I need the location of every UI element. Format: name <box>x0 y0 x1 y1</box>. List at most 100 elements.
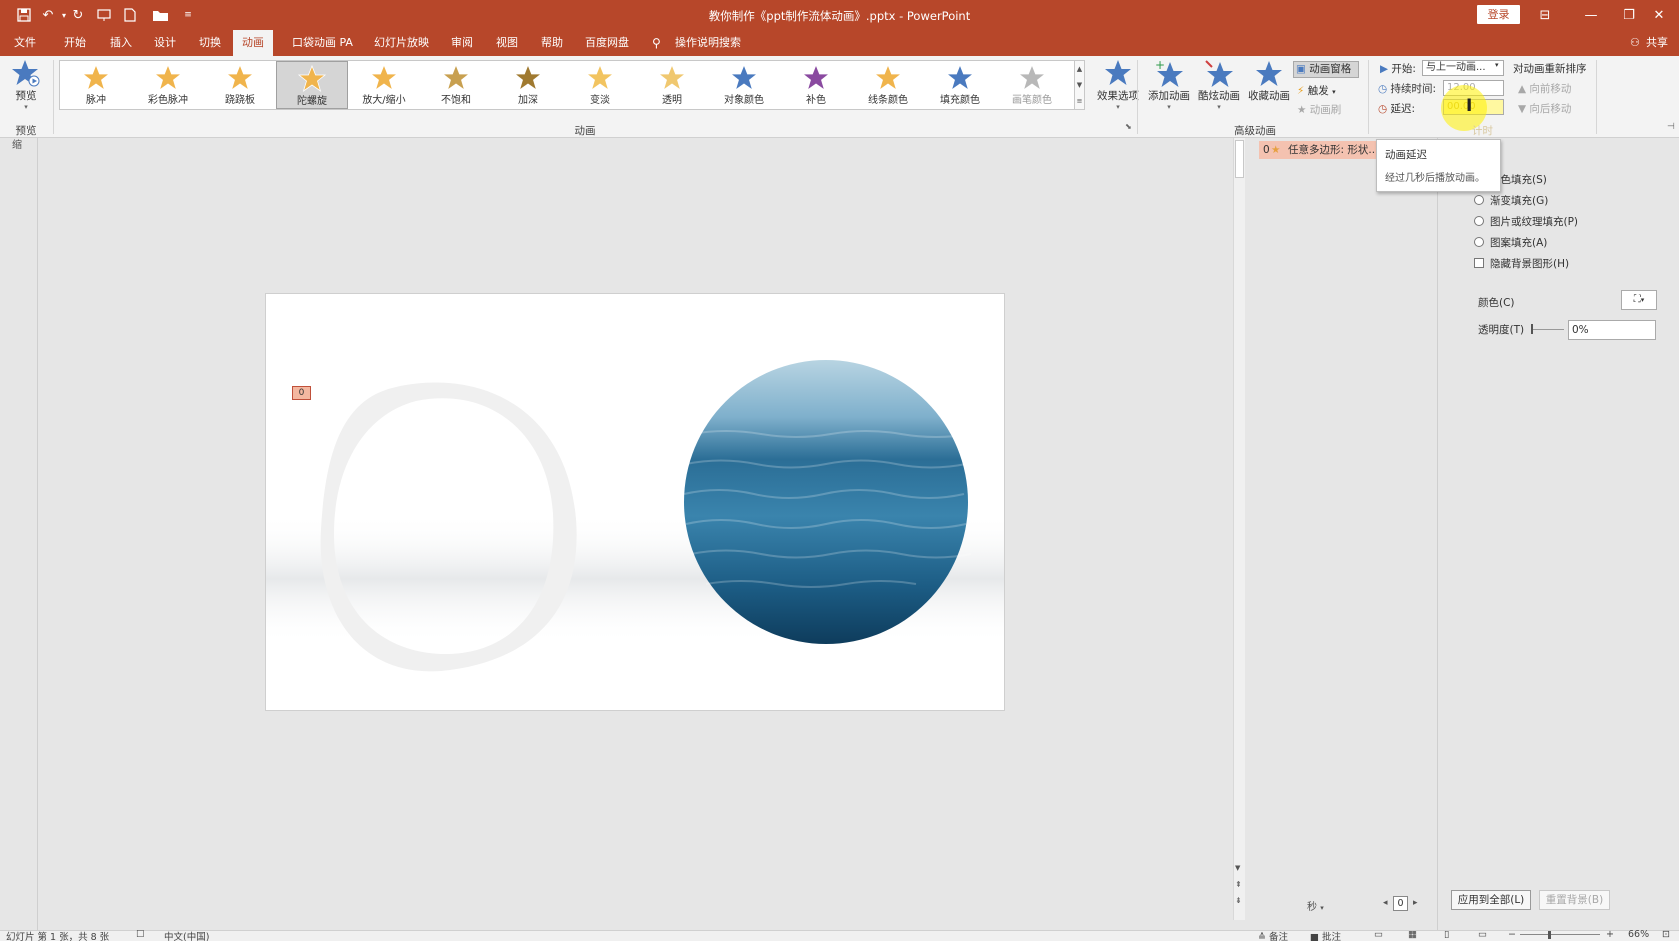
animation-painter-button[interactable]: ★ 动画刷 <box>1297 102 1341 117</box>
zoom-slider-thumb[interactable] <box>1548 931 1551 939</box>
reading-view-icon[interactable]: ▯ <box>1444 929 1449 940</box>
powerpoint-window: ↶ ▾ ↻ ≡ 教你制作《ppt制作流体动画》.pptx - PowerPoin… <box>0 0 1679 941</box>
group-divider <box>53 60 54 134</box>
water-circle-image <box>684 360 968 644</box>
animation-effect-14[interactable]: 画笔颜色 <box>996 61 1068 109</box>
start-select[interactable]: 与上一动画... <box>1422 60 1504 76</box>
cool-animation-button[interactable]: 酷炫动画 ▾ <box>1195 58 1243 111</box>
animation-effect-12[interactable]: 线条颜色 <box>852 61 924 109</box>
zoom-previous-icon[interactable]: ◂ <box>1383 898 1388 908</box>
gallery-scroll[interactable]: ▲ ▼ ≡ <box>1075 60 1085 110</box>
tab-design[interactable]: 设计 <box>152 30 178 56</box>
zoom-out-icon[interactable]: − <box>1508 929 1516 940</box>
apply-to-all-button[interactable]: 应用到全部(L) <box>1451 890 1531 910</box>
login-button[interactable]: 登录 <box>1477 5 1520 24</box>
slideshow-view-icon[interactable]: ▭ <box>1478 929 1487 940</box>
comments-button[interactable]: ■ 批注 <box>1310 929 1341 941</box>
presenter-icon[interactable] <box>96 7 112 23</box>
animation-star-icon <box>81 64 111 91</box>
collect-animation-button[interactable]: 收藏动画 <box>1244 58 1294 103</box>
tab-insert[interactable]: 插入 <box>108 30 134 56</box>
save-icon[interactable] <box>16 7 32 23</box>
transparency-label: 透明度(T) <box>1478 324 1525 336</box>
group-animation-label: 动画 <box>574 125 596 137</box>
animation-star-icon: ★ <box>1271 144 1281 156</box>
reset-background-button[interactable]: 重置背景(B) <box>1539 890 1610 910</box>
tell-me-search[interactable]: 操作说明搜索 <box>673 30 743 56</box>
triangle-down-icon: ▼ <box>1518 103 1527 115</box>
ribbon-display-icon[interactable]: ⊟ <box>1522 0 1568 30</box>
tab-file[interactable]: 文件 <box>12 30 38 56</box>
transparency-slider[interactable] <box>1531 329 1564 330</box>
scroll-thumb[interactable] <box>1235 140 1244 178</box>
color-picker-button[interactable]: ⛶▾ <box>1621 290 1657 310</box>
language-status[interactable]: 中文(中国) <box>164 929 209 941</box>
zoom-level[interactable]: 66% <box>1628 929 1649 940</box>
vertical-scrollbar[interactable]: ▼ ⇞ ⇟ <box>1233 138 1245 920</box>
tab-slideshow[interactable]: 幻灯片放映 <box>372 30 431 56</box>
scroll-down-icon[interactable]: ▼ <box>1235 864 1240 872</box>
zoom-slider[interactable] <box>1520 934 1600 935</box>
timeline-counter[interactable]: 0 <box>1393 896 1408 911</box>
customize-icon[interactable]: ≡ <box>180 7 196 23</box>
spellcheck-icon[interactable]: ☐ <box>136 929 145 940</box>
next-slide-icon[interactable]: ⇟ <box>1235 896 1242 905</box>
zoom-next-icon[interactable]: ▸ <box>1413 898 1418 908</box>
chevron-down-icon[interactable]: ▾ <box>1495 61 1499 69</box>
animation-effect-9[interactable]: 透明 <box>636 61 708 109</box>
tab-view[interactable]: 视图 <box>494 30 520 56</box>
lightbulb-icon[interactable]: ⚲ <box>650 30 663 56</box>
new-file-icon[interactable] <box>122 7 138 23</box>
tab-baidu-netdisk[interactable]: 百度网盘 <box>583 30 631 56</box>
tab-review[interactable]: 审阅 <box>449 30 475 56</box>
hide-background-checkbox[interactable] <box>1474 258 1484 268</box>
undo-icon[interactable]: ↶ <box>40 7 56 23</box>
notes-button[interactable]: ≙ 备注 <box>1258 929 1288 941</box>
animation-effect-7[interactable]: 加深 <box>492 61 564 109</box>
slide-graphics <box>266 360 1004 672</box>
animation-effect-1[interactable]: 脉冲 <box>60 61 132 109</box>
gradient-fill-radio[interactable] <box>1474 195 1484 205</box>
move-later-button[interactable]: ▼ 向后移动 <box>1518 101 1571 116</box>
pattern-fill-radio[interactable] <box>1474 237 1484 247</box>
zoom-in-icon[interactable]: + <box>1606 929 1614 940</box>
animation-effect-2[interactable]: 彩色脉冲 <box>132 61 204 109</box>
fit-slide-icon[interactable]: ⊡ <box>1662 929 1670 940</box>
animation-effect-3[interactable]: 跷跷板 <box>204 61 276 109</box>
animation-effect-4[interactable]: 陀螺旋 <box>276 61 348 109</box>
tab-animations[interactable]: 动画 <box>233 30 273 56</box>
animation-effect-6[interactable]: 不饱和 <box>420 61 492 109</box>
tab-home[interactable]: 开始 <box>62 30 88 56</box>
add-animation-button[interactable]: + 添加动画 ▾ <box>1144 58 1194 111</box>
preview-button[interactable]: 预览 ▾ <box>10 58 42 111</box>
animation-tag[interactable]: 0 <box>292 386 311 400</box>
seconds-dropdown[interactable]: 秒 ▾ <box>1307 898 1324 913</box>
close-icon[interactable]: ✕ <box>1636 0 1679 30</box>
transparency-input[interactable]: 0% <box>1568 320 1656 340</box>
collapse-ribbon-icon[interactable]: ⊣ <box>1667 122 1675 132</box>
group-preview-label: 预览 <box>15 125 37 137</box>
animation-effect-13[interactable]: 填充颜色 <box>924 61 996 109</box>
user-icon[interactable]: ⚇ <box>1628 30 1642 56</box>
animation-pane-button[interactable]: ▣ 动画窗格 <box>1293 61 1359 78</box>
animation-effect-8[interactable]: 变淡 <box>564 61 636 109</box>
move-earlier-button[interactable]: ▲ 向前移动 <box>1518 81 1571 96</box>
previous-slide-icon[interactable]: ⇞ <box>1235 880 1242 889</box>
tab-pocket-animation[interactable]: 口袋动画 PA <box>290 30 355 56</box>
tab-transitions[interactable]: 切换 <box>197 30 223 56</box>
animation-effect-11[interactable]: 补色 <box>780 61 852 109</box>
open-folder-icon[interactable] <box>150 7 172 23</box>
transparency-slider-thumb[interactable] <box>1531 324 1533 334</box>
tab-help[interactable]: 帮助 <box>539 30 565 56</box>
slide-sorter-icon[interactable]: ▦ <box>1408 929 1417 940</box>
trigger-button[interactable]: ⚡ 触发 ▾ <box>1297 83 1336 98</box>
animation-gallery[interactable]: 脉冲 彩色脉冲 跷跷板 陀螺旋 放大/缩小 不饱和 加深 变淡 透明 对象颜色 补色 线条颜色 填充颜色… <box>59 60 1075 110</box>
dialog-launcher-icon[interactable]: ⬊ <box>1125 122 1132 131</box>
redo-icon[interactable]: ↻ <box>70 7 86 23</box>
animation-effect-10[interactable]: 对象颜色 <box>708 61 780 109</box>
normal-view-icon[interactable]: ▭ <box>1374 929 1383 940</box>
animation-effect-5[interactable]: 放大/缩小 <box>348 61 420 109</box>
slide[interactable]: 0 <box>265 293 1005 711</box>
picture-fill-radio[interactable] <box>1474 216 1484 226</box>
share-button[interactable]: 共享 <box>1644 30 1670 56</box>
